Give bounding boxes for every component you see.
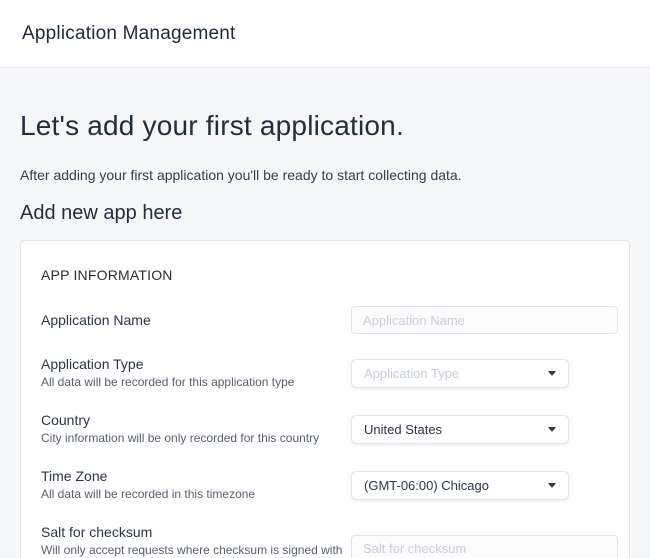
chevron-down-icon xyxy=(548,371,556,376)
form-row-application-name: Application Name xyxy=(41,306,616,334)
salt-for-checksum-label: Salt for checksum xyxy=(41,524,351,541)
intro-heading: Let's add your first application. xyxy=(20,108,630,144)
field-control: Application Type xyxy=(351,359,618,388)
time-zone-select-value: (GMT-06:00) Chicago xyxy=(364,478,540,493)
form-row-application-type: Application Type All data will be record… xyxy=(41,356,616,390)
page-header: Application Management xyxy=(0,0,650,68)
chevron-down-icon xyxy=(548,483,556,488)
salt-for-checksum-input[interactable] xyxy=(351,535,618,558)
field-control xyxy=(351,306,618,334)
form-row-time-zone: Time Zone All data will be recorded in t… xyxy=(41,468,616,502)
field-meta: Application Type All data will be record… xyxy=(41,356,351,390)
country-description: City information will be only recorded f… xyxy=(41,431,346,446)
country-select[interactable]: United States xyxy=(351,415,569,444)
field-meta: Country City information will be only re… xyxy=(41,412,351,446)
country-select-value: United States xyxy=(364,422,540,437)
application-type-select-value: Application Type xyxy=(364,366,540,381)
form-row-country: Country City information will be only re… xyxy=(41,412,616,446)
time-zone-label: Time Zone xyxy=(41,468,351,485)
country-label: Country xyxy=(41,412,351,429)
field-meta: Salt for checksum Will only accept reque… xyxy=(41,524,351,558)
field-control: (GMT-06:00) Chicago xyxy=(351,471,618,500)
main-content: Let's add your first application. After … xyxy=(0,108,650,558)
chevron-down-icon xyxy=(548,427,556,432)
time-zone-select[interactable]: (GMT-06:00) Chicago xyxy=(351,471,569,500)
application-type-select[interactable]: Application Type xyxy=(351,359,569,388)
page-title: Application Management xyxy=(22,23,236,45)
field-meta: Application Name xyxy=(41,312,351,329)
add-app-section-title: Add new app here xyxy=(20,200,630,226)
form-row-salt-for-checksum: Salt for checksum Will only accept reque… xyxy=(41,524,616,558)
application-type-label: Application Type xyxy=(41,356,351,373)
application-name-input[interactable] xyxy=(351,306,618,334)
app-information-header: APP INFORMATION xyxy=(41,266,616,284)
intro-subheading: After adding your first application you'… xyxy=(20,166,630,184)
time-zone-description: All data will be recorded in this timezo… xyxy=(41,487,346,502)
field-control xyxy=(351,535,618,558)
field-meta: Time Zone All data will be recorded in t… xyxy=(41,468,351,502)
application-type-description: All data will be recorded for this appli… xyxy=(41,375,346,390)
salt-for-checksum-description: Will only accept requests where checksum… xyxy=(41,543,346,558)
app-information-card: APP INFORMATION Application Name Applica… xyxy=(20,240,630,558)
field-control: United States xyxy=(351,415,618,444)
application-name-label: Application Name xyxy=(41,312,351,329)
